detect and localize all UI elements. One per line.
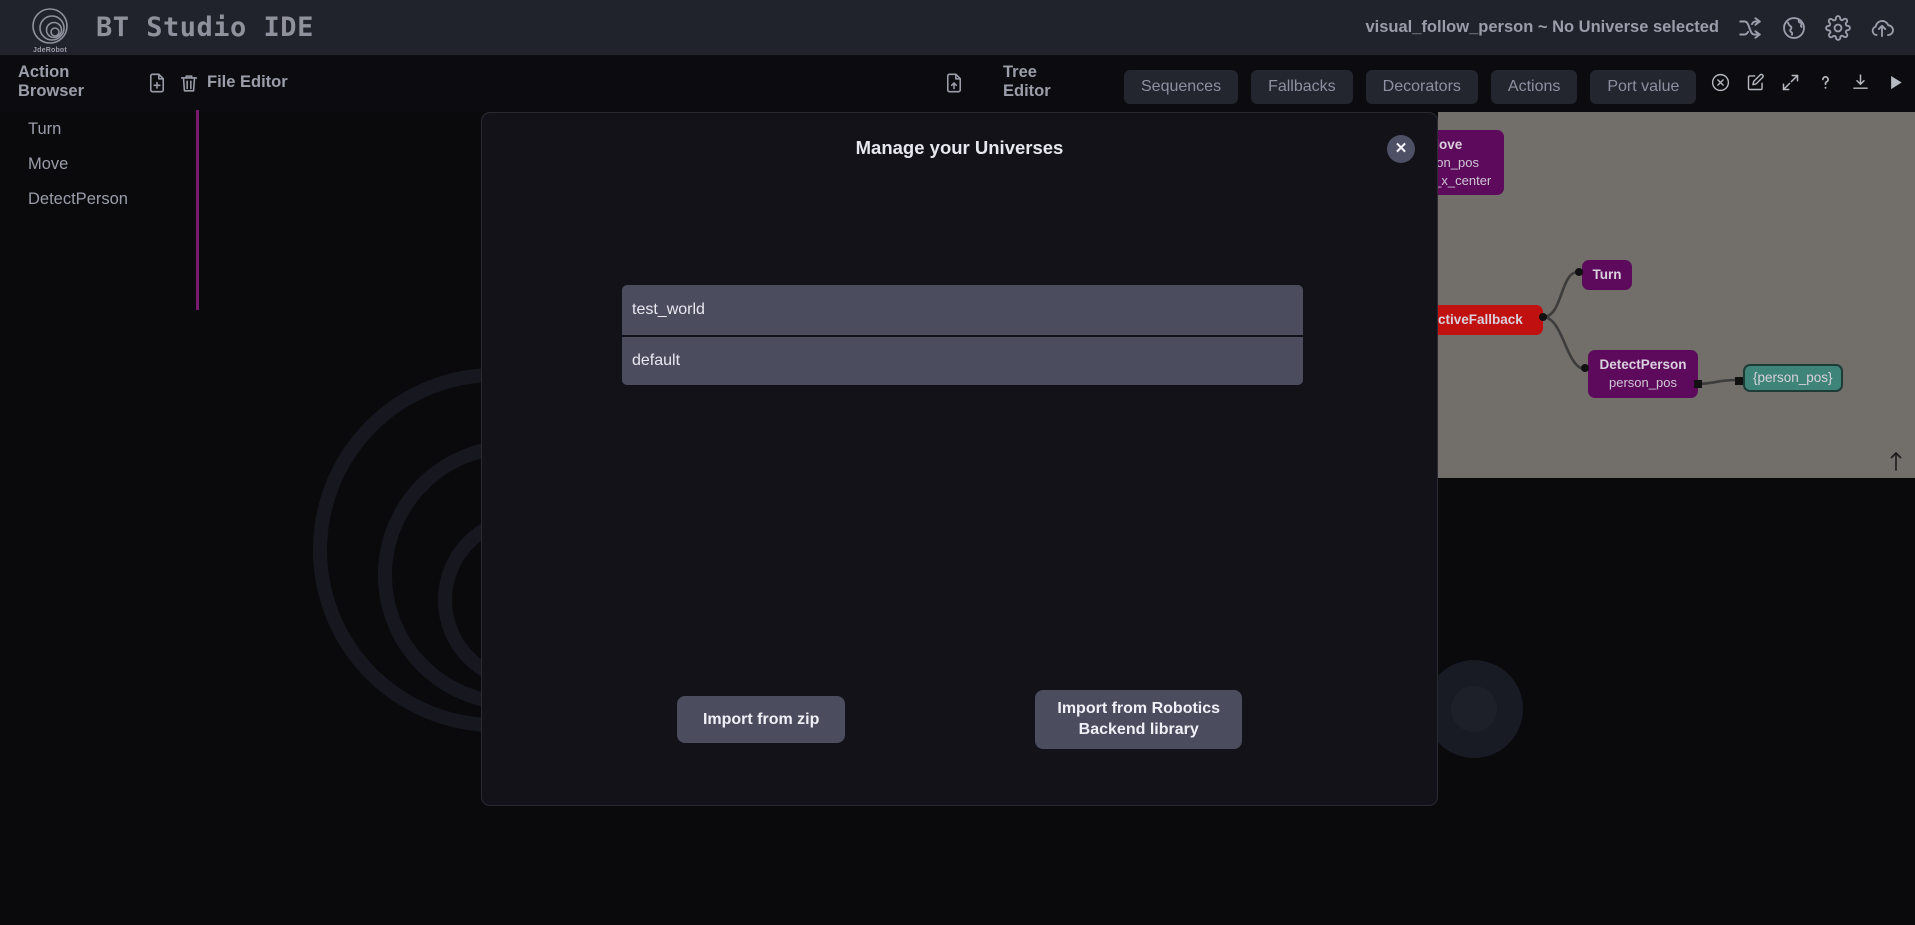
import-robotics-line2: Backend library [1078,721,1199,739]
universe-list: test_world default [622,285,1303,385]
close-icon[interactable]: ✕ [1387,135,1415,163]
app-root: JdeRobot BT Studio IDE visual_follow_per… [0,0,1915,925]
import-robotics-line1: Import from Robotics [1057,699,1221,717]
import-from-zip-button[interactable]: Import from zip [676,695,846,744]
dialog-title: Manage your Universes [855,137,1064,158]
modal-backdrop: Manage your Universes ✕ test_world defau… [0,0,1915,925]
manage-universes-dialog: Manage your Universes ✕ test_world defau… [481,112,1438,806]
import-from-robotics-backend-button[interactable]: Import from Robotics Backend library [1035,689,1243,749]
universe-item-default[interactable]: default [622,335,1303,385]
universe-item-test-world[interactable]: test_world [622,285,1303,335]
dialog-actions: Import from zip Import from Robotics Bac… [482,689,1437,749]
